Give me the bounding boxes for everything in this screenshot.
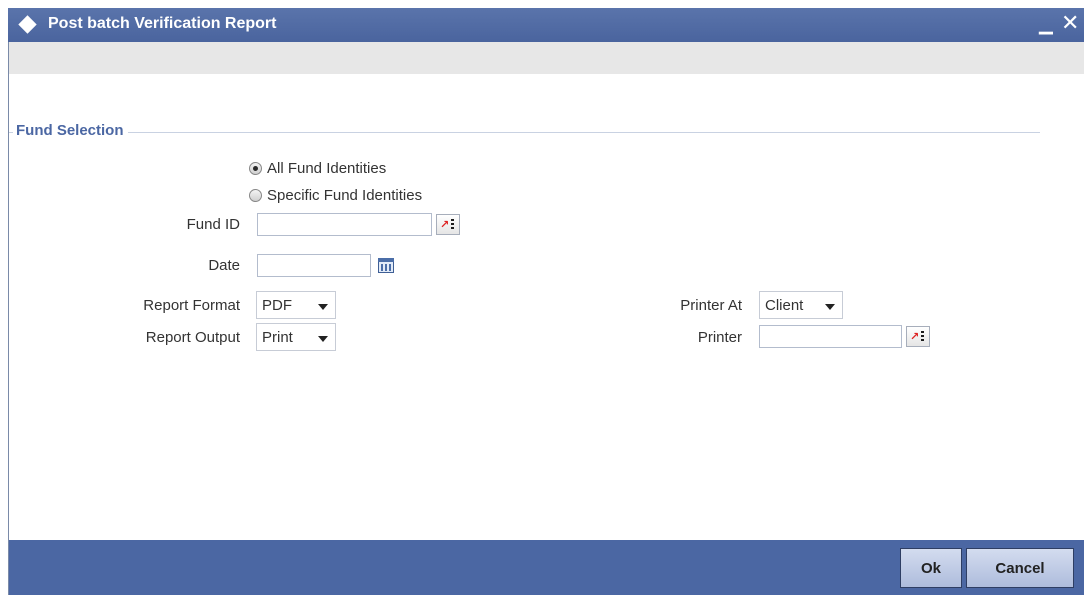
calendar-icon-grid <box>381 264 391 271</box>
close-button[interactable]: ✕ <box>1061 10 1079 36</box>
chevron-down-icon <box>318 336 328 342</box>
fund-id-lookup-button[interactable]: ↗ <box>436 214 460 235</box>
lookup-dots-icon <box>451 219 454 231</box>
section-title: Fund Selection <box>13 122 128 139</box>
report-format-select[interactable]: PDF <box>256 291 336 319</box>
toolbar-strip <box>9 42 1084 74</box>
radio-all-fund-identities[interactable]: All Fund Identities <box>249 160 386 177</box>
report-output-select[interactable]: Print <box>256 323 336 351</box>
lookup-icon: ↗ <box>440 219 450 231</box>
report-output-label: Report Output <box>145 329 240 346</box>
printer-lookup-button[interactable]: ↗ <box>906 326 930 347</box>
diamond-icon <box>18 15 37 34</box>
printer-input[interactable] <box>759 325 902 348</box>
radio-label: All Fund Identities <box>267 160 387 177</box>
report-window: Post batch Verification Report ▁ ✕ Fund … <box>0 0 1084 595</box>
date-input[interactable] <box>257 254 371 277</box>
section-divider <box>9 132 1040 133</box>
radio-label: Specific Fund Identities <box>267 187 423 204</box>
radio-button-checked[interactable] <box>249 162 262 175</box>
radio-button-unchecked[interactable] <box>249 189 262 202</box>
radio-specific-fund-identities[interactable]: Specific Fund Identities <box>249 187 422 204</box>
date-label: Date <box>208 257 240 274</box>
chevron-down-icon <box>825 304 835 310</box>
chevron-down-icon <box>318 304 328 310</box>
printer-at-label: Printer At <box>680 297 742 314</box>
ok-button[interactable]: Ok <box>900 548 962 588</box>
fund-id-label: Fund ID <box>186 216 240 233</box>
fund-id-input[interactable] <box>257 213 432 236</box>
title-bar[interactable]: Post batch Verification Report ▁ ✕ <box>8 8 1084 42</box>
calendar-button[interactable] <box>374 254 398 277</box>
printer-at-select[interactable]: Client <box>759 291 843 319</box>
printer-at-value: Client <box>765 297 804 314</box>
minimize-button[interactable]: ▁ <box>1039 14 1053 35</box>
window-title: Post batch Verification Report <box>48 15 277 32</box>
cancel-button[interactable]: Cancel <box>966 548 1074 588</box>
report-output-value: Print <box>262 329 293 346</box>
report-format-value: PDF <box>262 297 292 314</box>
lookup-icon: ↗ <box>910 331 920 343</box>
calendar-icon-header <box>378 258 394 262</box>
printer-label: Printer <box>697 329 742 346</box>
lookup-dots-icon <box>921 331 924 343</box>
report-format-label: Report Format <box>143 297 240 314</box>
